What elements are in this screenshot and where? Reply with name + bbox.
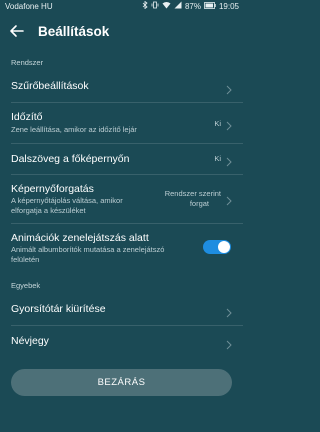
battery-percent: 87% bbox=[184, 2, 201, 11]
settings-item-screen-rotation[interactable]: Képernyőforgatás A képernyőtájolás váltá… bbox=[0, 175, 243, 223]
toggle-knob bbox=[218, 241, 230, 253]
chevron-right-icon bbox=[226, 154, 232, 167]
section-header-egyebek: Egyebek bbox=[11, 281, 41, 290]
item-title: Dalszöveg a főképernyőn bbox=[11, 153, 130, 165]
bluetooth-icon bbox=[142, 0, 148, 13]
chevron-right-icon bbox=[226, 193, 232, 206]
carrier-name: Vodafone HU bbox=[5, 2, 53, 11]
clock: 19:05 bbox=[218, 2, 239, 11]
battery-icon bbox=[204, 0, 216, 13]
settings-item-filter[interactable]: Szűrőbeállítások bbox=[0, 70, 243, 102]
close-button[interactable]: BEZÁRÁS bbox=[11, 369, 232, 396]
chevron-right-icon bbox=[226, 337, 232, 350]
item-value: Ki bbox=[214, 119, 221, 128]
item-subtitle-line2: elforgatja a készüléket bbox=[11, 206, 86, 215]
app-bar: Beállítások bbox=[0, 16, 243, 48]
item-title: Animációk zenelejátszás alatt bbox=[11, 232, 149, 244]
settings-item-lyrics[interactable]: Dalszöveg a főképernyőn Ki bbox=[0, 144, 243, 174]
settings-item-clear-cache[interactable]: Gyorsítótár kiürítése bbox=[0, 293, 243, 325]
item-value-line1: Rendszer szerint bbox=[164, 189, 221, 198]
item-subtitle: Zene leállítása, amikor az időzítő lejár bbox=[11, 125, 137, 134]
settings-item-timer[interactable]: Időzítő Zene leállítása, amikor az időzí… bbox=[0, 103, 243, 143]
animations-toggle-switch[interactable] bbox=[203, 240, 231, 254]
item-title: Gyorsítótár kiürítése bbox=[11, 303, 106, 315]
status-bar: Vodafone HU 87% 19:05 bbox=[0, 0, 243, 13]
item-title: Időzítő bbox=[11, 111, 43, 123]
item-title: Szűrőbeállítások bbox=[11, 80, 89, 92]
item-subtitle-line1: Animált albumborítók mutatása a zenelejá… bbox=[11, 245, 165, 254]
back-arrow-icon[interactable] bbox=[8, 22, 26, 40]
item-title: Képernyőforgatás bbox=[11, 183, 94, 195]
page-title: Beállítások bbox=[38, 24, 110, 39]
chevron-right-icon bbox=[226, 305, 232, 318]
item-value: Ki bbox=[214, 154, 221, 163]
item-subtitle-line2: felületén bbox=[11, 255, 40, 264]
item-value-line2: forgat bbox=[189, 199, 209, 208]
section-header-rendszer: Rendszer bbox=[11, 58, 44, 67]
settings-item-about[interactable]: Névjegy bbox=[0, 326, 243, 358]
vibrate-icon bbox=[151, 0, 159, 13]
item-subtitle-line1: A képernyőtájolás váltása, amikor bbox=[11, 196, 123, 205]
item-title: Névjegy bbox=[11, 335, 49, 347]
chevron-right-icon bbox=[226, 82, 232, 95]
signal-icon bbox=[174, 0, 182, 13]
chevron-right-icon bbox=[226, 118, 232, 131]
wifi-icon bbox=[162, 0, 171, 13]
